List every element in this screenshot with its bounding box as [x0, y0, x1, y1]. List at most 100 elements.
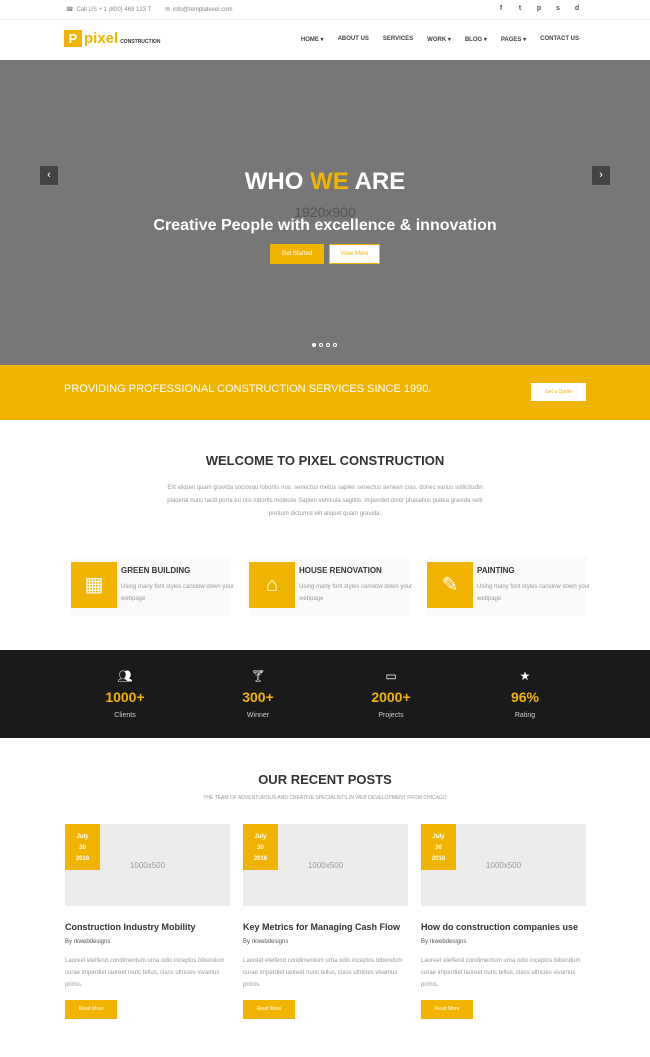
- get-started-button[interactable]: Get Started: [270, 244, 324, 264]
- hero-title: WHO WE ARE: [0, 168, 650, 196]
- hero-title-part2: ARE: [348, 168, 406, 195]
- email-text[interactable]: info@templatexel.com: [173, 7, 232, 13]
- date-year: 2016: [253, 856, 268, 862]
- service-title: HOUSE RENOVATION: [299, 566, 382, 575]
- post-author: By rkwebdesigns: [243, 939, 289, 945]
- date-year: 2016: [431, 856, 446, 862]
- logo-mark: P: [64, 30, 82, 47]
- nav-work[interactable]: WORK ▾: [427, 36, 451, 43]
- stat-number: 2000+: [371, 689, 411, 705]
- stat-number: 300+: [242, 689, 274, 705]
- building-icon: ▦: [71, 562, 117, 608]
- facebook-icon[interactable]: f: [498, 5, 504, 12]
- star-icon: ★: [519, 669, 531, 683]
- home-icon: ⌂: [249, 562, 295, 608]
- users-icon: 👥︎: [117, 669, 133, 683]
- get-quote-button[interactable]: Get a Quote: [531, 383, 586, 401]
- service-card[interactable]: ▦ GREEN BUILDING Using many font styles …: [71, 556, 234, 616]
- hero-subtitle: Creative People with excellence & innova…: [153, 217, 497, 234]
- dribbble-icon[interactable]: d: [574, 5, 580, 12]
- read-more-button[interactable]: Read More: [421, 1000, 473, 1019]
- skype-icon[interactable]: s: [555, 5, 561, 12]
- date-year: 2016: [75, 856, 90, 862]
- main-nav: HOME ▾ ABOUT US SERVICES WORK ▾ BLOG ▾ P…: [301, 36, 579, 43]
- post-card: 1000x500 July 30 2016 How do constructio…: [421, 824, 586, 1024]
- post-author: By rkwebdesigns: [421, 939, 467, 945]
- header: P pixel CONSTRUCTION HOME ▾ ABOUT US SER…: [0, 20, 650, 60]
- view-more-button[interactable]: View More: [329, 244, 380, 264]
- stat-projects: ▭ 2000+ Projects: [321, 650, 461, 738]
- date-day: 30: [257, 845, 264, 851]
- stat-label: Rating: [514, 712, 536, 719]
- read-more-button[interactable]: Read More: [65, 1000, 117, 1019]
- post-excerpt: Laoreet eleifend condimentum urna odio i…: [65, 958, 225, 988]
- post-date: July 30 2016: [243, 824, 278, 870]
- stat-rating: ★ 96% Rating: [455, 650, 595, 738]
- post-title[interactable]: Construction Industry Mobility: [65, 922, 196, 932]
- stat-label: Projects: [378, 712, 404, 719]
- welcome-title: WELCOME TO PIXEL CONSTRUCTION: [205, 453, 445, 468]
- stat-label: Winner: [246, 712, 270, 719]
- twitter-icon[interactable]: t: [517, 5, 523, 12]
- service-text: Using many font styles canslow down your…: [299, 584, 413, 602]
- email-contact[interactable]: ✉ info@templatexel.com: [165, 6, 232, 14]
- pinterest-icon[interactable]: p: [536, 5, 542, 12]
- topbar: ☎ Call US + 1 (800) 469 123 T ✉ info@tem…: [0, 0, 650, 20]
- date-month: July: [76, 834, 89, 840]
- post-date: July 30 2016: [65, 824, 100, 870]
- stat-label: Clients: [114, 712, 136, 719]
- nav-contact[interactable]: CONTACT US: [540, 36, 579, 43]
- service-card[interactable]: ✎ PAINTING Using many font styles canslo…: [427, 556, 590, 616]
- date-month: July: [432, 834, 445, 840]
- post-card: 1000x500 July 30 2016 Key Metrics for Ma…: [243, 824, 408, 1024]
- stat-winner: 🍸︎ 300+ Winner: [188, 650, 328, 738]
- phone-text: Call US + 1 (800) 469 123 T: [76, 6, 152, 13]
- stat-clients: 👥︎ 1000+ Clients: [55, 650, 195, 738]
- slider-dot[interactable]: [312, 343, 316, 347]
- post-author: By rkwebdesigns: [65, 939, 111, 945]
- posts-subtitle: THE TEAM OF ADVENTUROUS AND CREATIVE SPE…: [203, 795, 447, 801]
- stats-section: 👥︎ 1000+ Clients 🍸︎ 300+ Winner ▭ 2000+ …: [0, 650, 650, 738]
- cta-text: PROVIDING PROFESSIONAL CONSTRUCTION SERV…: [64, 383, 432, 395]
- hero-slider: ‹ › WHO WE ARE 1920x900 Creative People …: [0, 60, 650, 365]
- mail-icon: ✉: [165, 7, 171, 13]
- date-day: 30: [79, 845, 86, 851]
- hero-title-part1: WHO: [244, 168, 311, 195]
- date-day: 30: [435, 845, 442, 851]
- social-links: f t p s d: [498, 5, 580, 12]
- logo[interactable]: P pixel CONSTRUCTION: [64, 30, 160, 47]
- slider-dot[interactable]: [326, 343, 330, 347]
- post-title[interactable]: How do construction companies use: [421, 922, 578, 932]
- nav-home[interactable]: HOME ▾: [301, 36, 324, 43]
- slider-dot[interactable]: [319, 343, 323, 347]
- nav-blog[interactable]: BLOG ▾: [465, 36, 487, 43]
- service-title: PAINTING: [477, 566, 515, 575]
- post-title[interactable]: Key Metrics for Managing Cash Flow: [243, 922, 400, 932]
- post-excerpt: Laoreet eleifend condimentum urna odio i…: [421, 958, 581, 988]
- phone-contact: ☎ Call US + 1 (800) 469 123 T: [66, 6, 152, 14]
- posts-title: OUR RECENT POSTS: [258, 772, 392, 787]
- paint-brush-icon: ✎: [427, 562, 473, 608]
- phone-icon: ☎: [66, 7, 74, 13]
- service-text: Using many font styles canslow down your…: [477, 584, 591, 602]
- post-excerpt: Laoreet eleifend condimentum urna odio i…: [243, 958, 403, 988]
- read-more-button[interactable]: Read More: [243, 1000, 295, 1019]
- logo-text: pixel: [84, 30, 119, 47]
- slider-dots: [312, 343, 337, 347]
- date-month: July: [254, 834, 267, 840]
- welcome-text: Elit aliquet quam gravida sociosqu lobor…: [167, 485, 483, 517]
- trophy-icon: 🍸︎: [250, 669, 266, 683]
- slider-dot[interactable]: [333, 343, 337, 347]
- nav-about[interactable]: ABOUT US: [338, 36, 369, 43]
- stat-number: 96%: [510, 689, 540, 705]
- service-title: GREEN BUILDING: [121, 566, 191, 575]
- service-card[interactable]: ⌂ HOUSE RENOVATION Using many font style…: [249, 556, 412, 616]
- nav-pages[interactable]: PAGES ▾: [501, 36, 526, 43]
- hero-title-accent: WE: [310, 168, 349, 195]
- post-date: July 30 2016: [421, 824, 456, 870]
- nav-services[interactable]: SERVICES: [383, 36, 413, 43]
- cta-band: PROVIDING PROFESSIONAL CONSTRUCTION SERV…: [0, 365, 650, 420]
- service-text: Using many font styles canslow down your…: [121, 584, 235, 602]
- monitor-icon: ▭: [385, 669, 397, 683]
- post-card: 1000x500 July 30 2016 Construction Indus…: [65, 824, 230, 1024]
